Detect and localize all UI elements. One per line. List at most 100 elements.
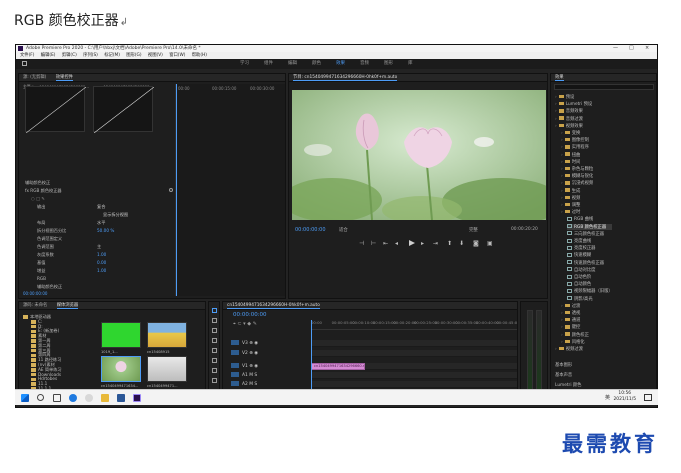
go-to-in-icon[interactable]: ⇤ bbox=[383, 240, 388, 247]
effects-item[interactable]: 快速颜色校正器 bbox=[567, 260, 604, 266]
chrome-browser-icon[interactable] bbox=[85, 394, 93, 402]
comparison-view-icon[interactable]: ▣ bbox=[487, 240, 493, 247]
layout-select[interactable]: 水平 bbox=[97, 220, 105, 226]
track-a1[interactable]: A1 M S bbox=[231, 372, 257, 378]
effects-item[interactable]: › 音频过渡 bbox=[555, 116, 583, 122]
chevron-right-icon[interactable]: › bbox=[561, 131, 563, 136]
chevron-right-icon[interactable]: › bbox=[555, 102, 557, 107]
effects-item[interactable]: › 过渡 bbox=[561, 303, 580, 309]
menu-edit[interactable]: 编辑(E) bbox=[41, 53, 56, 58]
close-button[interactable]: × bbox=[645, 45, 649, 52]
track-target-icon[interactable] bbox=[231, 372, 239, 377]
tonal-range-select[interactable]: 主 bbox=[97, 244, 101, 250]
file-explorer-icon[interactable] bbox=[101, 394, 109, 402]
chevron-right-icon[interactable]: › bbox=[561, 167, 563, 172]
razor-tool-icon[interactable] bbox=[212, 338, 217, 343]
mark-in-icon[interactable]: ⊣ bbox=[359, 240, 364, 247]
track-target-icon[interactable] bbox=[231, 381, 239, 386]
input-language[interactable]: 英 bbox=[605, 394, 610, 401]
gain-value[interactable]: 1.00 bbox=[97, 268, 106, 273]
track-target-icon[interactable] bbox=[231, 350, 239, 355]
tab-media-browser[interactable]: 媒体浏览器 bbox=[56, 303, 79, 309]
effects-item[interactable]: 三向颜色校正器 bbox=[567, 231, 604, 237]
tab-effect-controls[interactable]: 效果控件 bbox=[55, 75, 73, 81]
chevron-right-icon[interactable]: › bbox=[561, 145, 563, 150]
chevron-right-icon[interactable]: › bbox=[561, 174, 563, 179]
effects-item[interactable]: › 时间 bbox=[561, 159, 580, 165]
split-percent-value[interactable]: 50.00 % bbox=[97, 228, 114, 233]
effects-item[interactable]: › 风格化 bbox=[561, 339, 585, 345]
mark-out-icon[interactable]: ⊢ bbox=[371, 240, 376, 247]
effects-item[interactable]: › 键控 bbox=[561, 324, 580, 330]
effects-item[interactable]: › 透视 bbox=[561, 310, 580, 316]
row-tonal-range-def[interactable]: 色调范围定义 bbox=[37, 236, 62, 242]
workspace-color[interactable]: 颜色 bbox=[312, 59, 321, 69]
row-rgb-color-corrector[interactable]: fx RGB 颜色校正器 bbox=[25, 188, 62, 194]
effects-item[interactable]: 亮度校正器 bbox=[567, 245, 595, 251]
program-timecode[interactable]: 00:00:00:00 bbox=[295, 227, 326, 233]
workspace-libraries[interactable]: 库 bbox=[408, 59, 413, 69]
workspace-graphics[interactable]: 图形 bbox=[384, 59, 393, 69]
workspace-editing[interactable]: 编辑 bbox=[288, 59, 297, 69]
output-select[interactable]: 复合 bbox=[97, 204, 105, 210]
thumb-lotus[interactable] bbox=[101, 356, 141, 382]
menu-window[interactable]: 窗口(W) bbox=[169, 53, 185, 58]
effects-item[interactable]: › 过时 bbox=[561, 209, 580, 215]
effects-item[interactable]: › Lumetri 预设 bbox=[555, 101, 592, 107]
chevron-right-icon[interactable]: › bbox=[555, 117, 557, 122]
chevron-right-icon[interactable]: › bbox=[561, 181, 563, 186]
effects-item[interactable]: › 预设 bbox=[555, 94, 574, 100]
effects-item[interactable]: 自动颜色 bbox=[567, 281, 591, 287]
effects-item[interactable]: › 变换 bbox=[561, 130, 580, 136]
track-v3-lane[interactable] bbox=[311, 340, 517, 347]
chevron-right-icon[interactable]: › bbox=[561, 203, 563, 208]
menu-view[interactable]: 视图(V) bbox=[148, 53, 163, 58]
track-v2[interactable]: V2 ⊕ ◉ bbox=[231, 350, 258, 356]
chevron-right-icon[interactable]: › bbox=[561, 311, 563, 316]
menu-sequence[interactable]: 序列(S) bbox=[83, 53, 98, 58]
effects-item[interactable]: › 实用程序 bbox=[561, 144, 589, 150]
effect-mask-icons[interactable]: ○ □ ✎ bbox=[31, 196, 45, 201]
rgb-curve-channels[interactable] bbox=[93, 86, 155, 134]
track-a1-lane[interactable] bbox=[311, 372, 517, 379]
chevron-right-icon[interactable]: › bbox=[555, 347, 557, 352]
track-v1[interactable]: V1 ⊕ ◉ bbox=[231, 363, 258, 369]
effects-item[interactable]: 阴影/高光 bbox=[567, 296, 593, 302]
tab-source[interactable]: 源: (无剪辑) bbox=[23, 75, 46, 80]
effects-item[interactable]: 亮度曲线 bbox=[567, 238, 591, 244]
type-tool-icon[interactable] bbox=[212, 378, 217, 383]
track-a2-lane[interactable] bbox=[311, 381, 517, 388]
ec-playhead[interactable] bbox=[176, 84, 177, 296]
effects-item[interactable]: › 颜色校正 bbox=[561, 332, 589, 338]
chevron-right-icon[interactable]: › bbox=[555, 124, 557, 129]
workspace-assembly[interactable]: 组件 bbox=[264, 59, 273, 69]
tab-project[interactable]: 源码: 未命名 bbox=[23, 303, 47, 308]
workspace-audio[interactable]: 音频 bbox=[360, 59, 369, 69]
ripple-edit-tool-icon[interactable] bbox=[212, 328, 217, 333]
lift-icon[interactable]: ⬆ bbox=[447, 240, 452, 247]
step-back-icon[interactable]: ◂ bbox=[395, 240, 398, 247]
row-rgb[interactable]: RGB bbox=[37, 276, 46, 281]
hand-tool-icon[interactable] bbox=[212, 368, 217, 373]
effects-item[interactable]: › 通道 bbox=[561, 317, 580, 323]
effects-item[interactable]: RGB 曲线 bbox=[567, 216, 593, 222]
home-icon[interactable] bbox=[22, 61, 27, 66]
thumb-grey-scene[interactable] bbox=[147, 356, 187, 382]
effects-item[interactable]: › 沉浸式视频 bbox=[561, 180, 593, 186]
effects-item[interactable]: › 扭曲 bbox=[561, 152, 580, 158]
workspace-effects[interactable]: 效果 bbox=[336, 59, 345, 69]
effects-item[interactable]: 自动对比度 bbox=[567, 267, 595, 273]
effects-item[interactable]: › 模糊与锐化 bbox=[561, 173, 593, 179]
chevron-right-icon[interactable]: › bbox=[561, 325, 563, 330]
search-icon[interactable] bbox=[37, 394, 44, 401]
timeline-ruler[interactable]: 00:00 00:00:05:00 00:00:10:00 00:00:15:00 00… bbox=[311, 320, 517, 330]
effects-item[interactable]: › 生成 bbox=[561, 188, 580, 194]
edge-browser-icon[interactable] bbox=[69, 394, 77, 402]
chevron-right-icon[interactable]: › bbox=[561, 304, 563, 309]
row-secondary-color-correction-2[interactable]: 辅助颜色校正 bbox=[37, 284, 62, 290]
step-forward-icon[interactable]: ▸ bbox=[421, 240, 424, 247]
slip-tool-icon[interactable] bbox=[212, 348, 217, 353]
effects-item[interactable]: 快速模糊 bbox=[567, 252, 591, 258]
thumb-green-screen[interactable] bbox=[101, 322, 141, 348]
reset-icon[interactable] bbox=[169, 188, 173, 192]
